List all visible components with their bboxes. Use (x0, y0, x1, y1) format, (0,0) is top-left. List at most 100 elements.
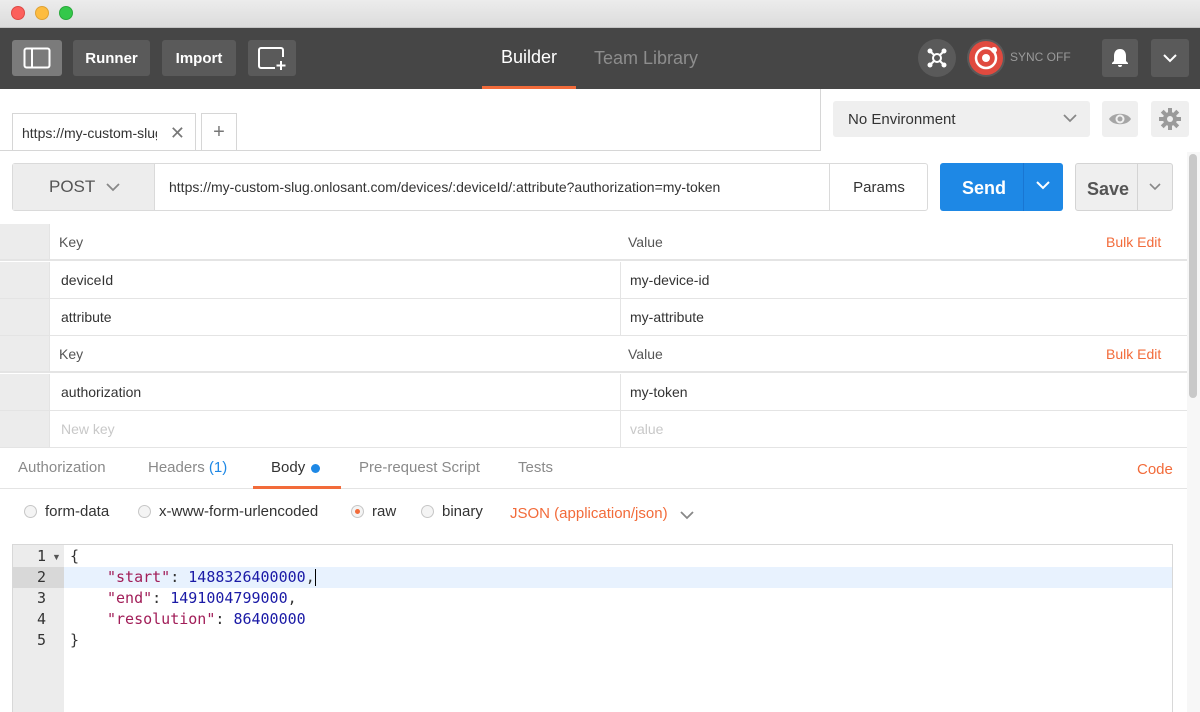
send-button-label: Send (962, 178, 1007, 198)
new-value-input[interactable]: value (630, 421, 663, 437)
code-line: { (70, 547, 80, 565)
request-url-bar: POST https://my-custom-slug.onlosant.com… (12, 163, 928, 211)
runner-button[interactable]: Runner (73, 40, 150, 76)
key-column-header: Key (59, 234, 84, 250)
account-menu-button[interactable] (1151, 39, 1189, 77)
value-column-header: Value (628, 346, 663, 362)
chevron-down-icon (1163, 54, 1177, 63)
save-button-label: Save (1087, 179, 1130, 199)
environment-divider (820, 89, 821, 151)
line-number: 4 (37, 610, 47, 628)
bulk-edit-link[interactable]: Bulk Edit (1106, 346, 1161, 362)
request-tab[interactable]: https://my-custom-slug ✕ (12, 113, 196, 151)
radio-icon (24, 505, 37, 518)
satellite-icon (927, 48, 947, 68)
scrollbar-thumb[interactable] (1189, 154, 1197, 398)
window-titlebar (0, 0, 1200, 28)
code-line: } (70, 631, 80, 649)
tab-tests[interactable]: Tests (518, 459, 553, 476)
radio-form-data[interactable]: form-data (24, 503, 109, 520)
tab-headers-label: Headers (148, 459, 205, 476)
line-number: 2 (37, 568, 47, 586)
key-input[interactable]: attribute (61, 309, 112, 325)
method-select[interactable]: POST (13, 164, 155, 210)
chevron-down-icon (1063, 114, 1077, 123)
tab-authorization[interactable]: Authorization (18, 459, 106, 476)
eye-icon (1109, 113, 1131, 125)
new-key-input[interactable]: New key (61, 421, 115, 437)
request-tab-label: https://my-custom-slug (22, 124, 157, 141)
key-input[interactable]: deviceId (61, 272, 113, 288)
tab-body[interactable]: Body (271, 459, 321, 476)
query-params-header-row: Key Value Bulk Edit (0, 336, 1187, 373)
radio-raw[interactable]: raw (351, 503, 396, 520)
generate-code-link[interactable]: Code (1137, 461, 1173, 478)
line-number: 3 (37, 589, 47, 607)
close-tab-icon[interactable]: ✕ (170, 123, 185, 144)
url-input[interactable]: https://my-custom-slug.onlosant.com/devi… (169, 179, 720, 195)
interceptor-button[interactable] (918, 39, 956, 77)
code-line: "start": 1488326400000, (107, 568, 316, 586)
vertical-scrollbar[interactable] (1187, 152, 1200, 712)
notifications-button[interactable] (1102, 39, 1138, 77)
headers-count-badge: (1) (208, 459, 228, 476)
manage-environments-button[interactable] (1151, 101, 1189, 137)
bulk-edit-link[interactable]: Bulk Edit (1106, 234, 1161, 250)
new-window-icon (258, 47, 286, 70)
value-input[interactable]: my-attribute (630, 309, 704, 325)
sync-status-label: SYNC OFF (1010, 50, 1071, 64)
sidebar-toggle-button[interactable] (12, 40, 62, 76)
table-row: authorization my-token (0, 374, 1187, 411)
radio-icon (421, 505, 434, 518)
params-button[interactable]: Params (829, 164, 928, 210)
radio-urlencoded[interactable]: x-www-form-urlencoded (138, 503, 318, 520)
tab-headers[interactable]: Headers (1) (148, 459, 227, 476)
tab-team-library[interactable]: Team Library (594, 28, 698, 89)
radio-binary[interactable]: binary (421, 503, 483, 520)
key-column-header: Key (59, 346, 84, 362)
text-cursor (314, 569, 316, 586)
code-line: "resolution": 86400000 (107, 610, 306, 628)
chevron-down-icon[interactable] (1147, 179, 1163, 195)
request-section-tabs: Authorization Headers (1) Body Pre-reque… (0, 448, 1187, 489)
environment-quick-look-button[interactable] (1102, 101, 1138, 137)
zoom-window-button[interactable] (59, 6, 73, 20)
code-line: "end": 1491004799000, (107, 589, 297, 607)
bell-icon (1112, 49, 1128, 67)
sync-button[interactable] (967, 39, 1005, 77)
save-button[interactable]: Save (1075, 163, 1173, 211)
add-tab-button[interactable]: + (201, 113, 237, 151)
close-window-button[interactable] (11, 6, 25, 20)
minimize-window-button[interactable] (35, 6, 49, 20)
tab-builder[interactable]: Builder (482, 28, 576, 89)
method-label: POST (49, 177, 96, 196)
import-button[interactable]: Import (162, 40, 236, 76)
content-type-select[interactable]: JSON (application/json) (510, 505, 668, 522)
environment-select[interactable]: No Environment (833, 101, 1090, 137)
tab-body-label: Body (271, 459, 306, 476)
gear-icon (1159, 108, 1181, 130)
active-tab-indicator (253, 486, 341, 489)
value-input[interactable]: my-device-id (630, 272, 709, 288)
table-row: attribute my-attribute (0, 299, 1187, 336)
chevron-down-icon[interactable] (1035, 179, 1051, 193)
sidebar-icon (23, 47, 51, 69)
body-code-editor[interactable]: 1 ▼ 2 3 4 5 { "start": 1488326400000, "e… (12, 544, 1173, 712)
modified-dot-icon (311, 463, 321, 473)
save-divider (1137, 164, 1138, 210)
send-divider (1023, 163, 1024, 211)
path-vars-header-row: Key Value Bulk Edit (0, 224, 1187, 261)
app-header: Runner Import Builder Team Library SYNC … (0, 28, 1200, 89)
key-input[interactable]: authorization (61, 384, 141, 400)
radio-selected-icon (351, 505, 364, 518)
chevron-down-icon[interactable] (679, 508, 695, 522)
new-window-button[interactable] (248, 40, 296, 76)
send-button[interactable]: Send (940, 163, 1063, 211)
value-input[interactable]: my-token (630, 384, 688, 400)
environment-selected-label: No Environment (848, 110, 956, 128)
radio-icon (138, 505, 151, 518)
table-row: New key value (0, 411, 1187, 448)
tab-pre-request-script[interactable]: Pre-request Script (359, 459, 480, 476)
fold-arrow-icon[interactable]: ▼ (52, 552, 61, 562)
value-column-header: Value (628, 234, 663, 250)
